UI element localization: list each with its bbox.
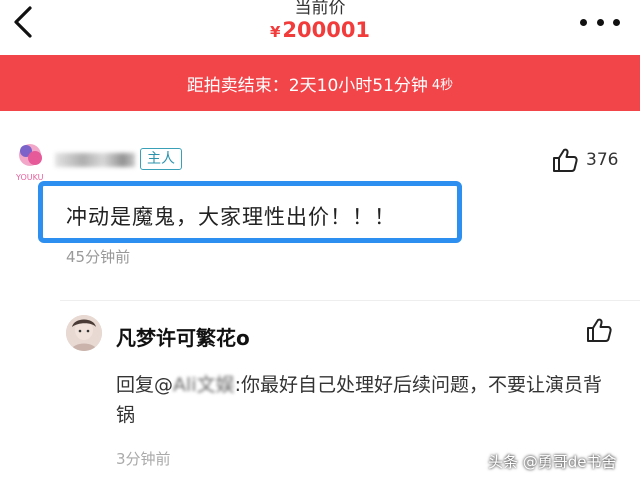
mentioned-user-blurred[interactable]: Ali文娱: [173, 374, 235, 396]
reply-prefix: 回复@: [116, 374, 174, 396]
like-count: 376: [586, 150, 619, 170]
reply-text: 回复@Ali文娱:你最好自己处理好后续问题，不要让演员背锅: [116, 370, 616, 430]
thumbs-up-icon: [587, 318, 612, 342]
countdown-text: 距拍卖结束：2天10小时51分钟: [186, 75, 428, 96]
avatar[interactable]: YOUKU: [14, 142, 48, 186]
user-avatar-icon: YOUKU: [15, 144, 47, 182]
owner-badge: 主人: [140, 148, 182, 170]
like-button[interactable]: [586, 317, 612, 347]
avatar[interactable]: [66, 315, 102, 351]
top-header: 当前价 ¥200001: [0, 0, 640, 55]
watermark: 头条 @勇哥de书舍: [488, 453, 617, 471]
comment-text: 冲动是魔鬼，大家理性出价！！！: [66, 205, 396, 229]
countdown-seconds: 4秒: [431, 77, 454, 93]
more-dot-icon: [613, 18, 620, 26]
main-comment: YOUKU 主人 376 冲动是魔鬼，大家理性出价！！！ 45分钟前: [0, 111, 640, 281]
auction-countdown-banner: 距拍卖结束：2天10小时51分钟 4秒: [0, 55, 640, 111]
like-button[interactable]: 376: [552, 145, 618, 175]
username-blurred[interactable]: [55, 153, 135, 167]
svg-text:YOUKU: YOUKU: [15, 173, 44, 182]
more-button[interactable]: [580, 12, 620, 32]
currency-symbol: ¥: [269, 23, 281, 41]
more-dot-icon: [596, 18, 604, 26]
more-dot-icon: [580, 18, 587, 26]
comment-time: 45分钟前: [66, 248, 131, 266]
user-avatar-icon: [66, 315, 102, 351]
thumbs-up-icon: [553, 148, 578, 172]
price-amount: 200001: [282, 18, 371, 42]
reply-username[interactable]: 凡梦许可繁花o: [116, 322, 250, 351]
current-price-label: 当前价: [294, 0, 346, 18]
reply-time: 3分钟前: [116, 450, 171, 468]
divider: [60, 300, 640, 301]
current-price: ¥200001: [0, 18, 640, 42]
